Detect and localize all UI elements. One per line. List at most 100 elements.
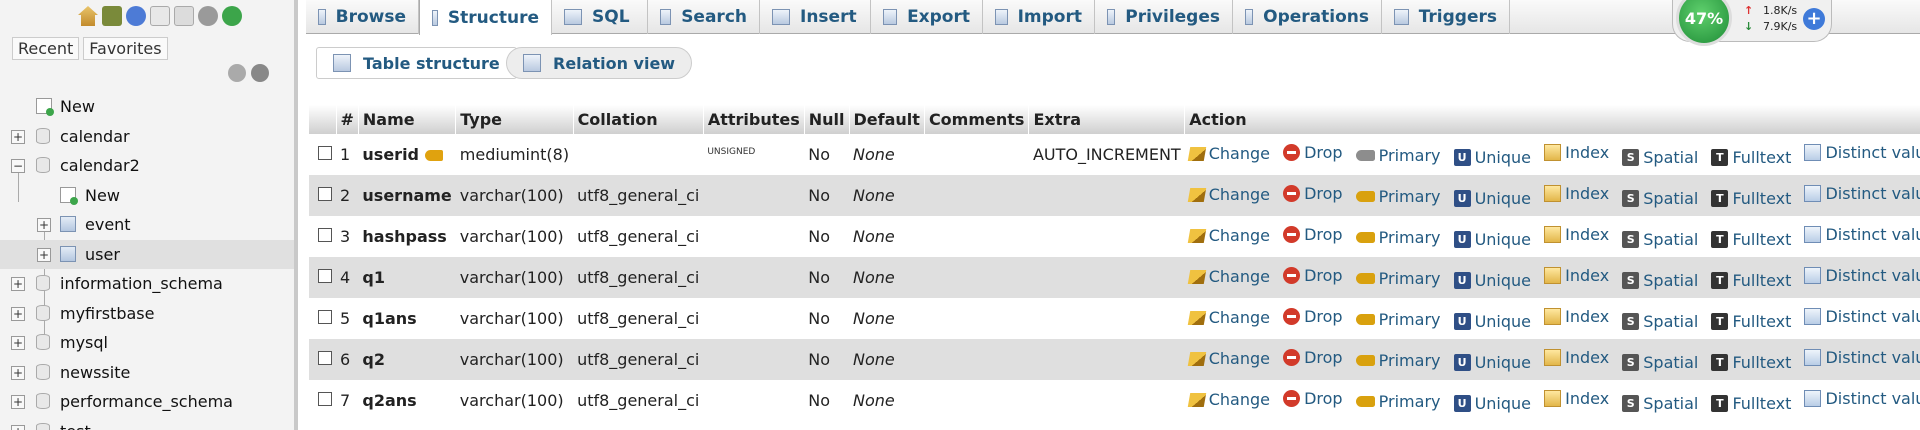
tree-item-label[interactable]: user xyxy=(85,245,120,264)
row-checkbox[interactable] xyxy=(318,228,332,242)
tree-item-event[interactable]: + event xyxy=(0,210,294,240)
fulltext-link[interactable]: T Fulltext xyxy=(1711,148,1791,167)
distinct-values-link[interactable]: Distinct values xyxy=(1804,348,1920,367)
settings-icon[interactable] xyxy=(198,6,218,26)
spatial-link[interactable]: S Spatial xyxy=(1622,271,1698,290)
table-icon[interactable] xyxy=(60,245,76,262)
fulltext-link[interactable]: T Fulltext xyxy=(1711,394,1791,413)
unique-link[interactable]: U Unique xyxy=(1453,271,1531,290)
tree-item-test[interactable]: + test xyxy=(0,417,294,430)
tree-item-label[interactable]: information_schema xyxy=(60,274,223,293)
drop-link[interactable]: Drop xyxy=(1283,266,1343,285)
drop-link[interactable]: Drop xyxy=(1283,225,1343,244)
fulltext-link[interactable]: T Fulltext xyxy=(1711,189,1791,208)
collapse-all-icon[interactable] xyxy=(228,64,246,82)
table-structure-button[interactable]: Table structure xyxy=(316,47,517,79)
expand-icon[interactable]: + xyxy=(11,306,25,321)
change-link[interactable]: Change xyxy=(1187,267,1270,286)
tree-item-newssite[interactable]: + newssite xyxy=(0,358,294,388)
fulltext-link[interactable]: T Fulltext xyxy=(1711,230,1791,249)
expand-icon[interactable]: + xyxy=(11,336,25,350)
fulltext-link[interactable]: T Fulltext xyxy=(1711,271,1791,290)
tree-item-calendar2[interactable]: − calendar2 xyxy=(0,151,294,181)
expand-icon[interactable]: + xyxy=(37,247,51,262)
expand-icon[interactable]: + xyxy=(11,395,25,409)
unique-link[interactable]: U Unique xyxy=(1453,312,1531,331)
tree-item-label[interactable]: performance_schema xyxy=(60,392,233,411)
tree-item-label[interactable]: calendar xyxy=(60,127,130,146)
index-link[interactable]: Index xyxy=(1544,143,1609,162)
sql-doc-icon[interactable] xyxy=(174,6,194,26)
primary-link[interactable]: Primary xyxy=(1355,228,1440,247)
fulltext-link[interactable]: T Fulltext xyxy=(1711,312,1791,331)
tree-item-information-schema[interactable]: + information_schema xyxy=(0,269,294,299)
row-checkbox[interactable] xyxy=(318,269,332,283)
index-link[interactable]: Index xyxy=(1544,225,1609,244)
fulltext-link[interactable]: T Fulltext xyxy=(1711,353,1791,372)
tab-triggers[interactable]: Triggers xyxy=(1382,0,1510,34)
index-link[interactable]: Index xyxy=(1544,307,1609,326)
tab-search[interactable]: Search xyxy=(648,0,760,34)
distinct-values-link[interactable]: Distinct values xyxy=(1804,307,1920,326)
spatial-link[interactable]: S Spatial xyxy=(1622,353,1698,372)
index-link[interactable]: Index xyxy=(1544,389,1609,408)
distinct-values-link[interactable]: Distinct values xyxy=(1804,389,1920,408)
unique-link[interactable]: U Unique xyxy=(1453,230,1531,249)
link-with-main-icon[interactable] xyxy=(251,64,269,82)
tree-item-label[interactable]: calendar2 xyxy=(60,156,140,175)
primary-link[interactable]: Primary xyxy=(1355,146,1440,165)
unique-link[interactable]: U Unique xyxy=(1453,148,1531,167)
spatial-link[interactable]: S Spatial xyxy=(1622,394,1698,413)
expand-icon[interactable]: + xyxy=(11,129,25,144)
expand-icon[interactable]: + xyxy=(11,424,25,430)
row-checkbox[interactable] xyxy=(318,187,332,201)
change-link[interactable]: Change xyxy=(1187,226,1270,245)
collapse-icon[interactable]: − xyxy=(11,159,25,173)
tree-item-performance-schema[interactable]: + performance_schema xyxy=(0,387,294,417)
primary-link[interactable]: Primary xyxy=(1355,310,1440,329)
reload-icon[interactable] xyxy=(222,6,242,26)
row-checkbox[interactable] xyxy=(318,146,332,160)
tab-structure[interactable]: Structure xyxy=(419,0,552,35)
primary-link[interactable]: Primary xyxy=(1355,269,1440,288)
tree-item-calendar2-new[interactable]: New xyxy=(0,181,294,211)
tree-item-label[interactable]: newssite xyxy=(60,363,130,382)
spatial-link[interactable]: S Spatial xyxy=(1622,148,1698,167)
recent-button[interactable]: Recent xyxy=(12,37,80,60)
index-link[interactable]: Index xyxy=(1544,348,1609,367)
expand-icon[interactable]: + xyxy=(37,218,51,232)
tree-item-user[interactable]: + user xyxy=(0,239,294,269)
change-link[interactable]: Change xyxy=(1187,349,1270,368)
expand-icon[interactable]: + xyxy=(11,277,25,291)
logout-icon[interactable] xyxy=(102,6,122,26)
drop-link[interactable]: Drop xyxy=(1283,307,1343,326)
tree-item-mysql[interactable]: + mysql xyxy=(0,328,294,358)
spatial-link[interactable]: S Spatial xyxy=(1622,189,1698,208)
expand-monitor-icon[interactable]: + xyxy=(1803,8,1825,30)
row-checkbox[interactable] xyxy=(318,351,332,365)
tab-insert[interactable]: Insert xyxy=(760,0,871,34)
drop-link[interactable]: Drop xyxy=(1283,143,1343,162)
tab-import[interactable]: Import xyxy=(983,0,1095,34)
tab-operations[interactable]: Operations xyxy=(1233,0,1382,34)
index-link[interactable]: Index xyxy=(1544,266,1609,285)
home-icon[interactable] xyxy=(78,6,98,26)
tree-item-label[interactable]: myfirstbase xyxy=(60,304,154,323)
drop-link[interactable]: Drop xyxy=(1283,184,1343,203)
unique-link[interactable]: U Unique xyxy=(1453,189,1531,208)
tree-item-calendar[interactable]: + calendar xyxy=(0,122,294,152)
change-link[interactable]: Change xyxy=(1187,390,1270,409)
index-link[interactable]: Index xyxy=(1544,184,1609,203)
tree-item-label[interactable]: event xyxy=(85,215,131,234)
change-link[interactable]: Change xyxy=(1187,308,1270,327)
tree-item-new[interactable]: New xyxy=(0,92,294,122)
relation-view-button[interactable]: Relation view xyxy=(506,47,693,79)
row-checkbox[interactable] xyxy=(318,310,332,324)
primary-link[interactable]: Primary xyxy=(1355,187,1440,206)
tree-item-label[interactable]: New xyxy=(85,186,120,205)
distinct-values-link[interactable]: Distinct values xyxy=(1804,266,1920,285)
help-icon[interactable] xyxy=(126,6,146,26)
drop-link[interactable]: Drop xyxy=(1283,348,1343,367)
distinct-values-link[interactable]: Distinct values xyxy=(1804,143,1920,162)
primary-link[interactable]: Primary xyxy=(1355,351,1440,370)
